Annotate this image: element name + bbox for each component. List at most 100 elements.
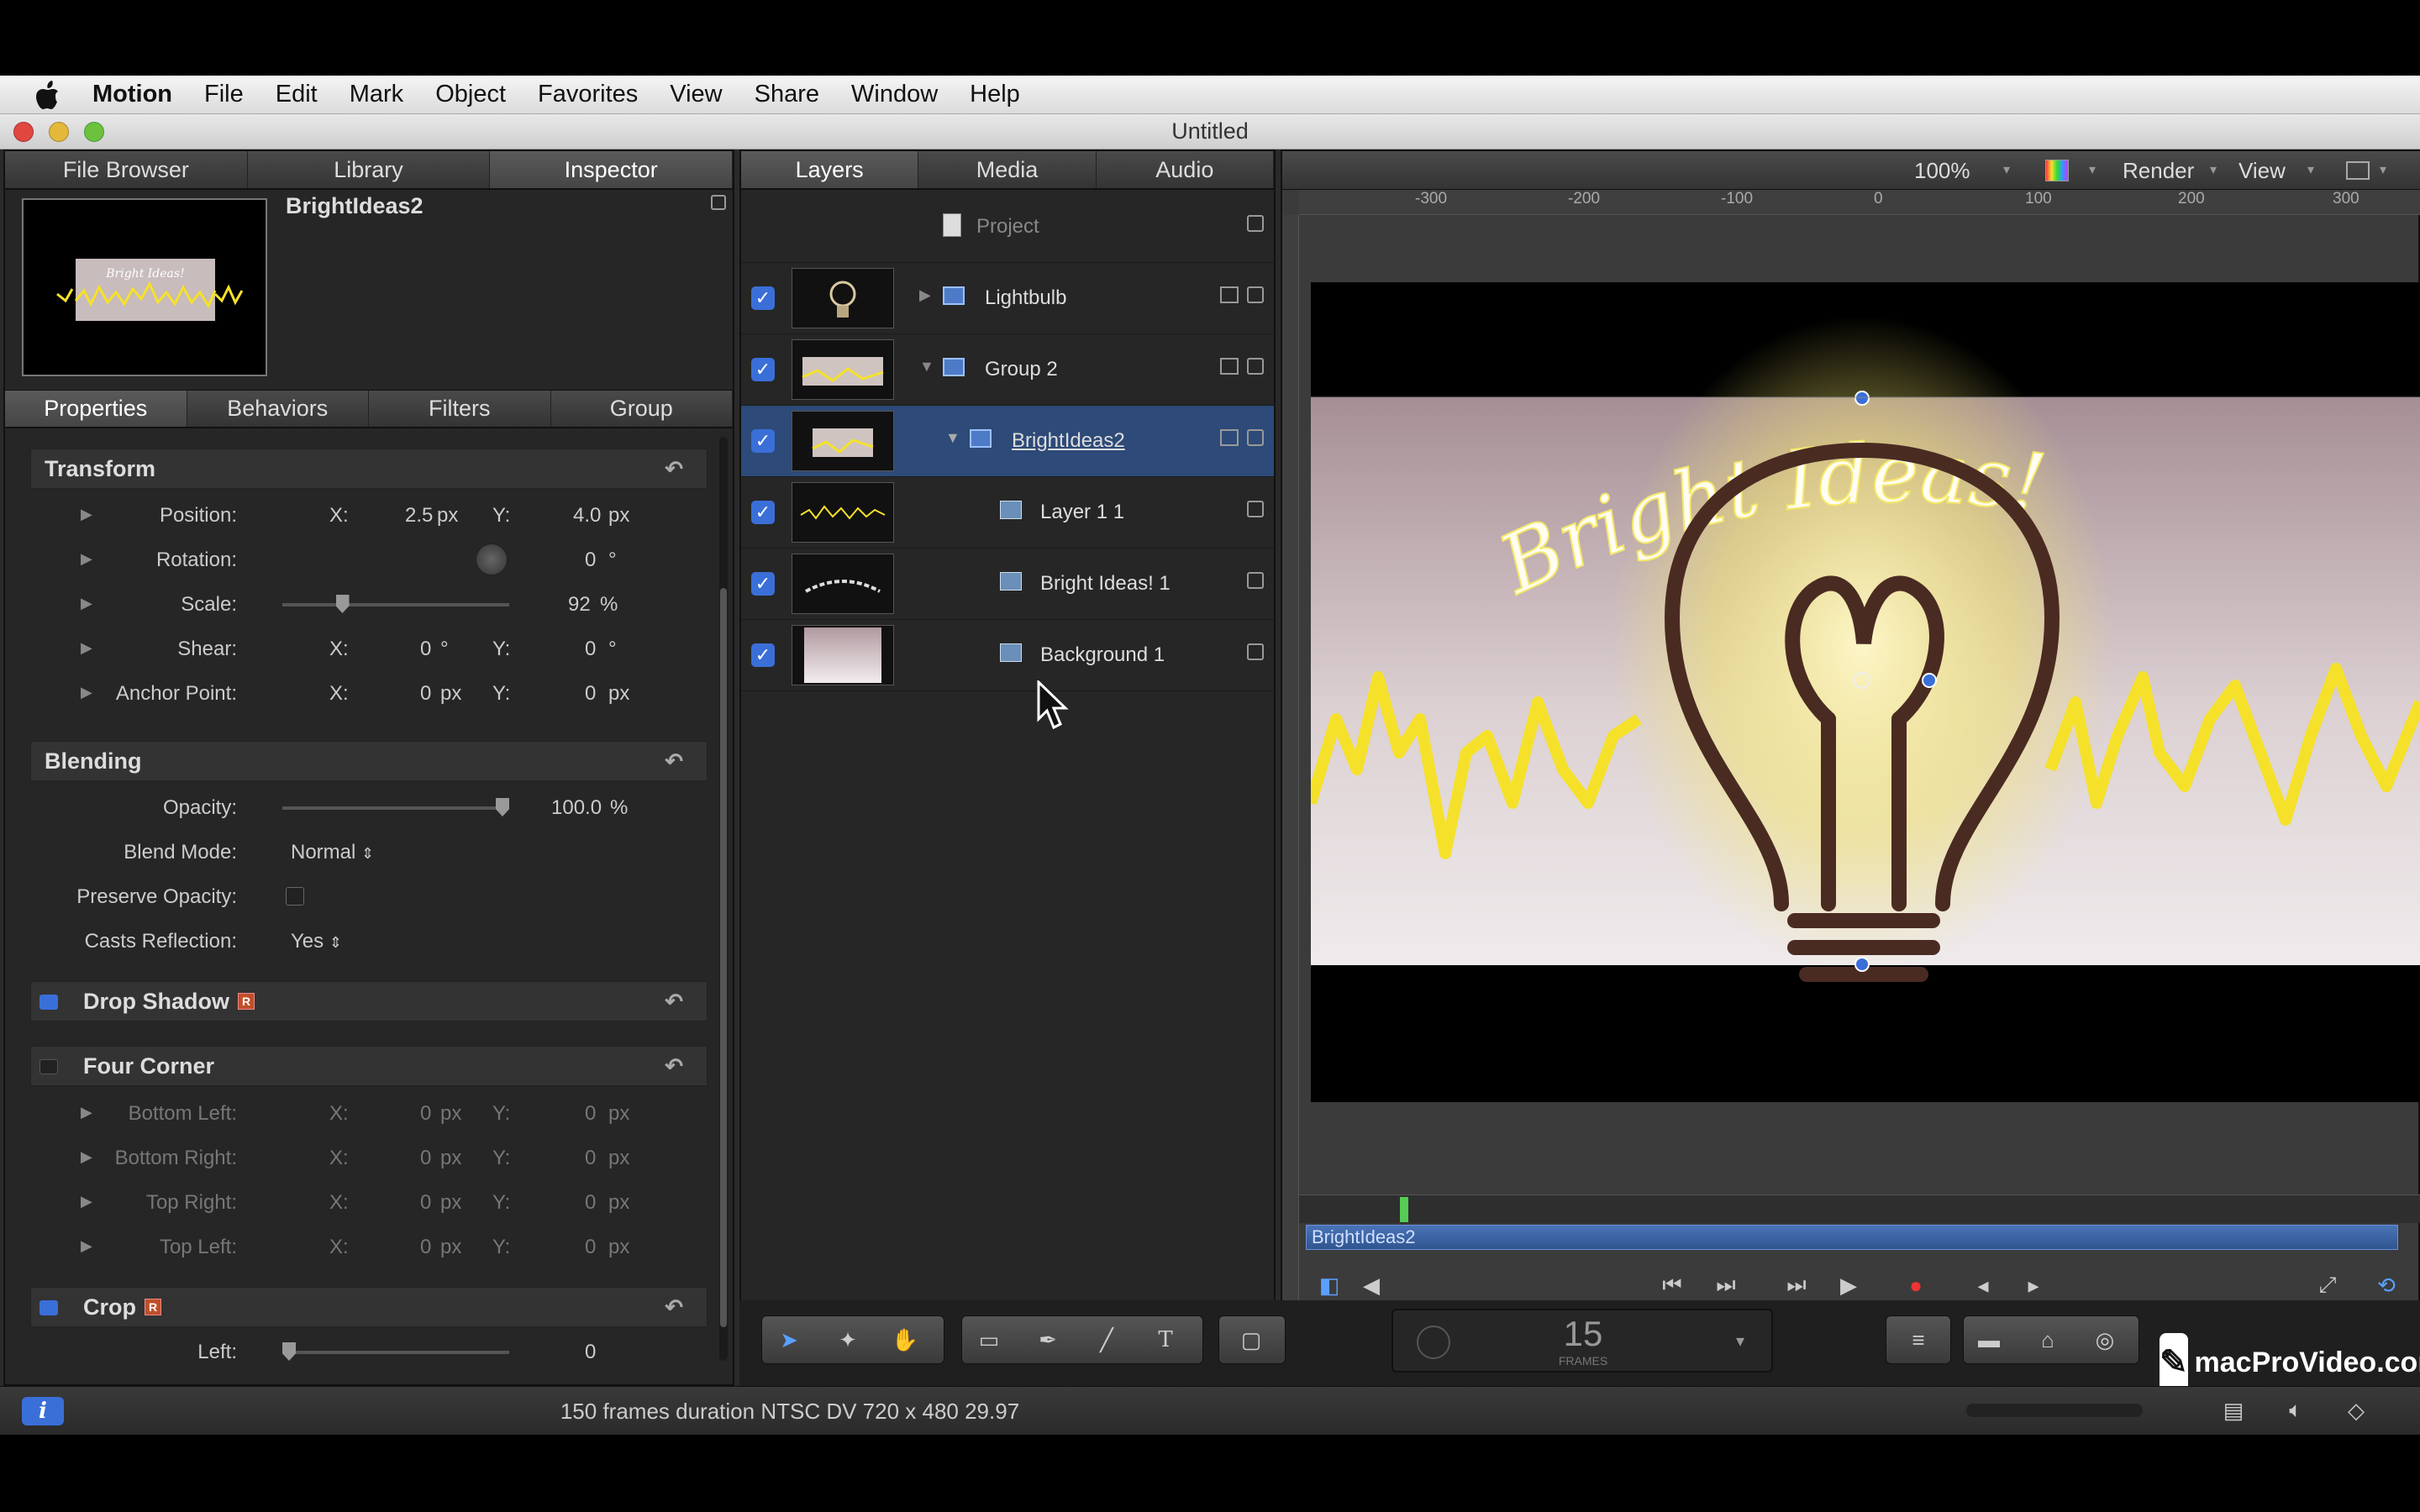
next-frame-icon[interactable]: ▸: [2013, 1268, 2054, 1302]
blending-header[interactable]: Blending ↶: [30, 741, 708, 781]
tab-audio[interactable]: Audio: [1097, 151, 1274, 188]
shear-x-value[interactable]: 0: [420, 638, 431, 661]
anchor-disclosure-icon[interactable]: ▶: [81, 684, 92, 701]
crop-header[interactable]: Crop R ↶: [30, 1287, 708, 1327]
minimize-window-button[interactable]: [49, 122, 69, 142]
render-menu[interactable]: Render: [2123, 158, 2194, 184]
top-left-disclosure-icon[interactable]: ▶: [81, 1237, 92, 1255]
opacity-slider[interactable]: [282, 798, 509, 816]
anchor-x-value[interactable]: 0: [420, 682, 431, 706]
preserve-opacity-checkbox[interactable]: [286, 887, 304, 906]
tab-layers[interactable]: Layers: [741, 151, 919, 188]
position-y-value[interactable]: 4.0: [573, 504, 601, 528]
adjust-tool-icon[interactable]: ✦: [828, 1323, 868, 1357]
bottom-right-disclosure-icon[interactable]: ▶: [81, 1148, 92, 1166]
tab-group[interactable]: Group: [551, 391, 733, 427]
crop-left-value[interactable]: 0: [585, 1341, 596, 1364]
keyframe-editor-icon[interactable]: ◇: [2336, 1394, 2376, 1427]
view-menu[interactable]: View: [2238, 158, 2286, 184]
lock-icon[interactable]: [1247, 286, 1264, 303]
crop-enable-checkbox[interactable]: [39, 1300, 58, 1315]
inspector-lock-icon[interactable]: [711, 195, 726, 210]
bottom-right-x-value[interactable]: 0: [420, 1147, 431, 1170]
play-icon[interactable]: ▶: [1828, 1268, 1869, 1302]
expand-triangle-icon[interactable]: ▶: [919, 286, 931, 304]
casts-reflection-select[interactable]: Yes ⇕: [291, 930, 342, 953]
menu-help[interactable]: Help: [970, 81, 1020, 108]
bottom-left-y-value[interactable]: 0: [585, 1102, 596, 1126]
tab-file-browser[interactable]: File Browser: [5, 151, 248, 188]
canvas-viewport[interactable]: Bright Ideas!: [1305, 282, 2420, 1102]
mask-tool-icon[interactable]: ▢: [1231, 1323, 1271, 1357]
lock-icon[interactable]: [1247, 358, 1264, 375]
playhead[interactable]: [1400, 1197, 1408, 1222]
group-mode-icon[interactable]: [1220, 286, 1239, 303]
timeline-clip-bar[interactable]: BrightIdeas2: [1306, 1225, 2398, 1250]
menu-favorites[interactable]: Favorites: [538, 81, 638, 108]
menu-file[interactable]: File: [204, 81, 244, 108]
opacity-value[interactable]: 100.0: [551, 796, 602, 820]
audio-icon[interactable]: 🔈︎: [2275, 1394, 2316, 1427]
shear-y-value[interactable]: 0: [585, 638, 596, 661]
zoom-level-select[interactable]: 100%: [1914, 158, 1970, 184]
go-to-start-icon[interactable]: ⏮: [1652, 1268, 1692, 1302]
tab-filters[interactable]: Filters: [369, 391, 551, 427]
drop-shadow-header[interactable]: Drop Shadow R ↶: [30, 981, 708, 1021]
rotation-disclosure-icon[interactable]: ▶: [81, 550, 92, 568]
layer-row-bright-ideas-1[interactable]: ✓ Bright Ideas! 1: [741, 549, 1274, 620]
four-corner-header[interactable]: Four Corner ↶: [30, 1046, 708, 1086]
tab-inspector[interactable]: Inspector: [490, 151, 734, 188]
layer-visibility-checkbox[interactable]: ✓: [751, 572, 775, 596]
menu-app[interactable]: Motion: [92, 81, 172, 108]
apple-icon[interactable]: [32, 79, 64, 111]
scale-value[interactable]: 92: [568, 593, 591, 617]
rotation-dial[interactable]: [476, 543, 508, 575]
layer-visibility-checkbox[interactable]: ✓: [751, 286, 775, 310]
timeline-toggle-icon[interactable]: ◧: [1309, 1268, 1349, 1302]
rotation-value[interactable]: 0: [585, 549, 596, 572]
menu-object[interactable]: Object: [435, 81, 506, 108]
previous-frame-icon[interactable]: ◂: [1963, 1268, 2003, 1302]
record-icon[interactable]: ●: [1896, 1268, 1936, 1302]
anchor-y-value[interactable]: 0: [585, 682, 596, 706]
position-x-value[interactable]: 2.5: [405, 504, 433, 528]
text-tool-icon[interactable]: T: [1145, 1323, 1186, 1357]
transform-header[interactable]: Transform ↶: [30, 449, 708, 489]
lock-icon[interactable]: [1247, 215, 1264, 232]
light-icon[interactable]: ⌂: [2028, 1323, 2068, 1357]
lock-icon[interactable]: [1247, 429, 1264, 446]
play-audio-icon[interactable]: ◀: [1351, 1268, 1392, 1302]
menu-share[interactable]: Share: [755, 81, 819, 108]
rectangle-tool-icon[interactable]: ▭: [969, 1323, 1009, 1357]
mini-timeline-ruler[interactable]: [1299, 1194, 2420, 1223]
drop-shadow-reset-icon[interactable]: ↶: [665, 989, 683, 1015]
scale-slider-thumb[interactable]: [335, 595, 350, 613]
layout-icon[interactable]: [2346, 161, 2370, 180]
loop-icon[interactable]: ⟲: [2366, 1268, 2407, 1302]
color-channels-icon[interactable]: [2045, 160, 2069, 181]
layer-visibility-checkbox[interactable]: ✓: [751, 501, 775, 524]
group-mode-icon[interactable]: [1220, 429, 1239, 446]
four-corner-enable-checkbox[interactable]: [39, 1059, 58, 1074]
lock-icon[interactable]: [1247, 501, 1264, 517]
drop-shadow-enable-checkbox[interactable]: [39, 995, 58, 1010]
layer-row-layer-1-1[interactable]: ✓ Layer 1 1: [741, 477, 1274, 549]
timeline-view-icon[interactable]: ▤: [2213, 1394, 2254, 1427]
layer-row-lightbulb[interactable]: ✓ ▶ Lightbulb: [741, 263, 1274, 334]
layer-row-background-1[interactable]: ✓ Background 1: [741, 620, 1274, 691]
go-to-end-icon[interactable]: ⏭: [1776, 1268, 1817, 1302]
position-disclosure-icon[interactable]: ▶: [81, 506, 92, 523]
close-window-button[interactable]: [13, 122, 34, 142]
lock-icon[interactable]: [1247, 643, 1264, 660]
lock-icon[interactable]: [1247, 572, 1264, 589]
zoom-window-button[interactable]: [84, 122, 104, 142]
bottom-right-y-value[interactable]: 0: [585, 1147, 596, 1170]
library-icon[interactable]: ◎: [2085, 1323, 2125, 1357]
pan-hand-icon[interactable]: ✋: [885, 1323, 925, 1357]
menu-mark[interactable]: Mark: [350, 81, 403, 108]
tab-properties[interactable]: Properties: [5, 391, 187, 427]
layer-row-brightideas2[interactable]: ✓ ▼ BrightIdeas2: [741, 406, 1274, 477]
menu-window[interactable]: Window: [851, 81, 938, 108]
bezier-tool-icon[interactable]: ✒: [1028, 1323, 1068, 1357]
group-mode-icon[interactable]: [1220, 358, 1239, 375]
